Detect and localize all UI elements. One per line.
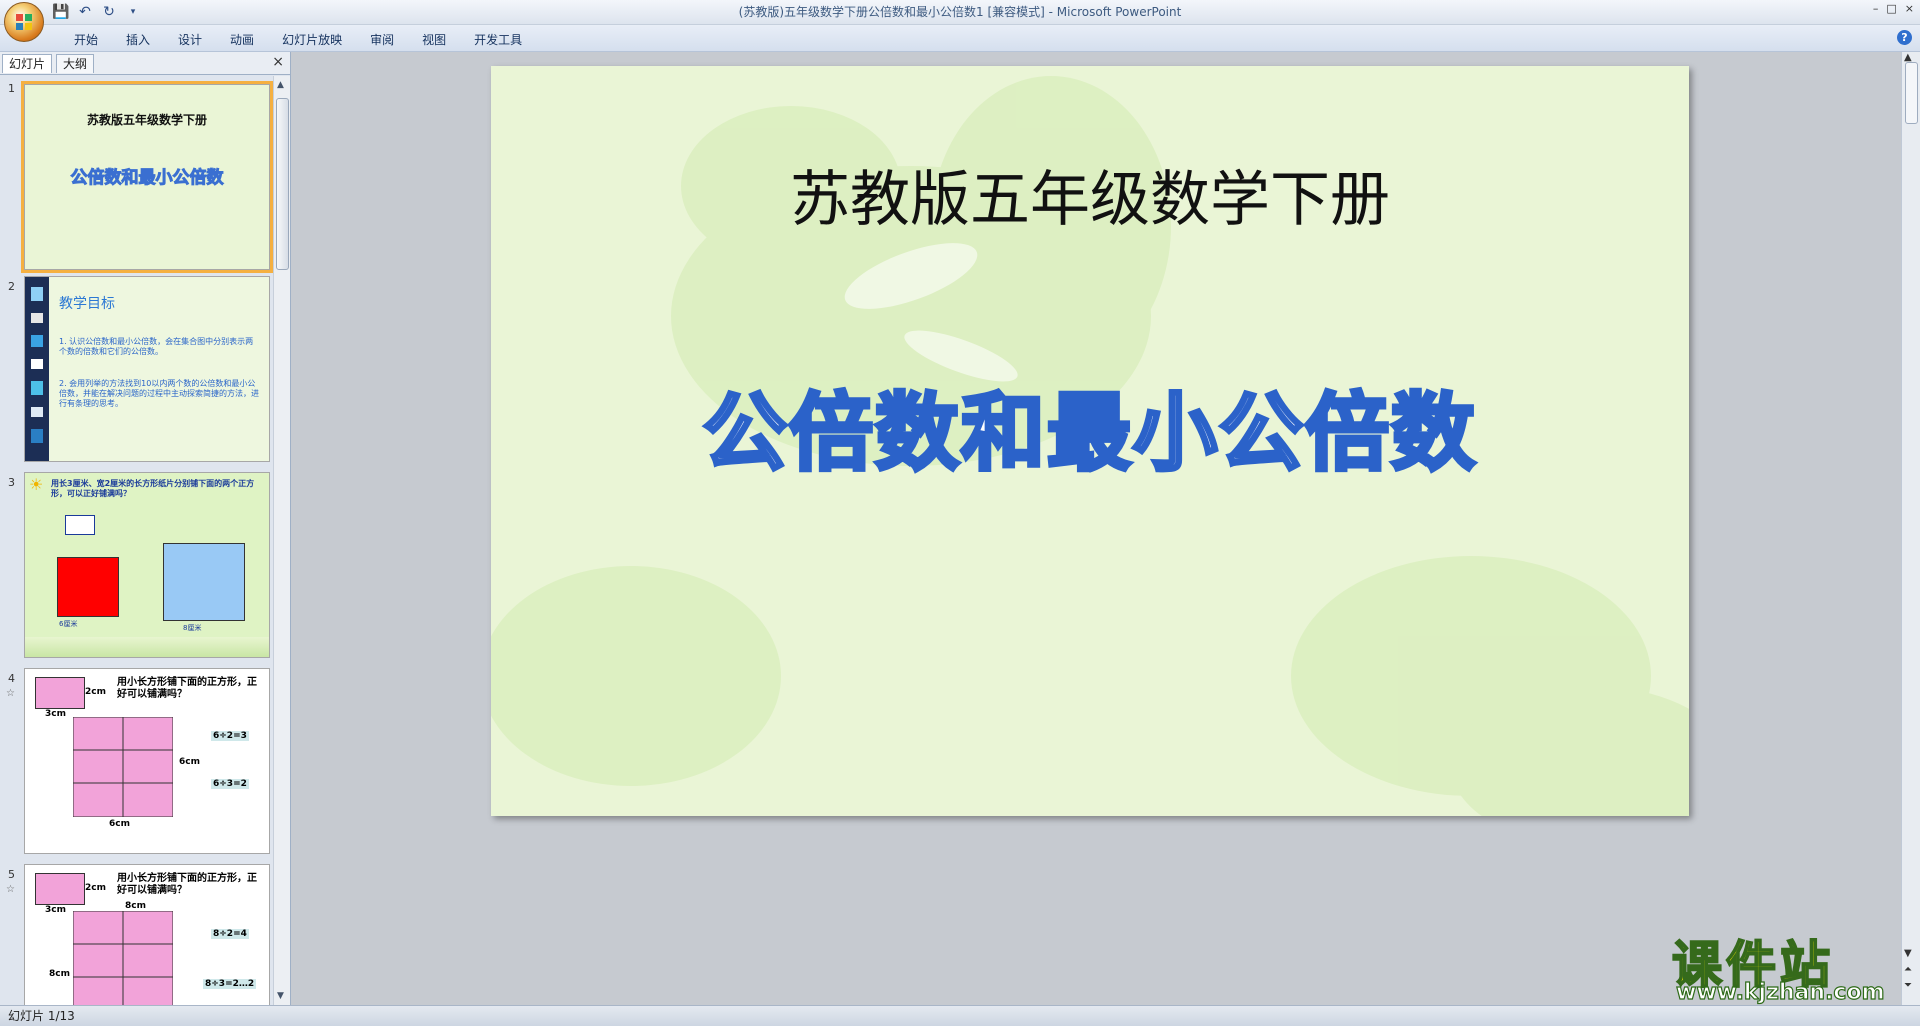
pane-tabs: 幻灯片 大纲 × [0, 52, 290, 75]
label-6cm: 6厘米 [59, 620, 78, 628]
ribbon-tabs: 开始 插入 设计 动画 幻灯片放映 审阅 视图 开发工具 [60, 29, 536, 50]
bottom-label: 6cm [109, 819, 130, 829]
quick-access-toolbar: 💾 ↶ ↻ ▾ [52, 3, 142, 21]
thumbnail-row-3[interactable]: 3 ☀ 用长3厘米、宽2厘米的长方形纸片分别铺下面的两个正方形，可以正好铺满吗？… [0, 470, 274, 666]
tab-slides[interactable]: 幻灯片 [2, 54, 53, 73]
office-button[interactable] [4, 2, 44, 42]
undo-icon[interactable]: ↶ [76, 3, 94, 21]
help-icon[interactable]: ? [1897, 30, 1912, 45]
width-label: 2cm [85, 883, 106, 893]
scroll-down-icon[interactable]: ▼ [277, 991, 284, 1001]
close-button[interactable]: × [1905, 2, 1914, 15]
slide-title[interactable]: 苏教版五年级数学下册 [491, 151, 1689, 238]
flower-strip [25, 637, 269, 657]
tab-review[interactable]: 审阅 [356, 29, 408, 50]
height-label: 3cm [45, 905, 66, 915]
thumb-question: 用小长方形铺下面的正方形，正好可以铺满吗？ [117, 873, 257, 896]
equation-1: 8÷2=4 [211, 929, 249, 939]
tab-home[interactable]: 开始 [60, 29, 112, 50]
slide-thumbnail-1[interactable]: 苏教版五年级数学下册 公倍数和最小公倍数 [21, 81, 273, 273]
office-logo-icon [16, 14, 32, 30]
equation-2: 6÷3=2 [211, 779, 249, 789]
equation-1: 6÷2=3 [211, 731, 249, 741]
small-rectangle [65, 515, 95, 535]
thumbnail-row-2[interactable]: 2 教学目标 1. 认识公倍数和最小公倍数，会在集合图中分别表示两个数的倍数和它… [0, 274, 274, 470]
tab-animations[interactable]: 动画 [216, 29, 268, 50]
redo-icon[interactable]: ↻ [100, 3, 118, 21]
window-controls: – □ × [1873, 2, 1914, 15]
slide-thumbnail-5[interactable]: 2cm 3cm 用小长方形铺下面的正方形，正好可以铺满吗？ 8cm 8cm 8÷… [24, 864, 270, 1005]
ribbon: 开始 插入 设计 动画 幻灯片放映 审阅 视图 开发工具 ? [0, 25, 1920, 52]
tab-insert[interactable]: 插入 [112, 29, 164, 50]
scroll-thumb[interactable] [1905, 62, 1918, 124]
pink-rectangle [35, 677, 85, 709]
slide-thumbnail-2[interactable]: 教学目标 1. 认识公倍数和最小公倍数，会在集合图中分别表示两个数的倍数和它们的… [24, 276, 270, 462]
thumb-title: 苏教版五年级数学下册 [86, 113, 207, 127]
thumb-question: 用小长方形铺下面的正方形，正好可以铺满吗？ [117, 677, 257, 700]
tiled-square [73, 911, 173, 1005]
slide-counter: 幻灯片 1/13 [8, 1009, 75, 1023]
thumb-question: 用长3厘米、宽2厘米的长方形纸片分别铺下面的两个正方形，可以正好铺满吗？ [51, 479, 255, 498]
red-square [57, 557, 119, 617]
sun-icon: ☀ [29, 475, 44, 494]
decorative-strip [25, 277, 49, 461]
animation-star-icon: ☆ [6, 688, 15, 699]
slide-thumbnail-4[interactable]: 2cm 3cm 用小长方形铺下面的正方形，正好可以铺满吗？ 6cm 6÷2=3 … [24, 668, 270, 854]
thumbnail-number: 2 [8, 280, 15, 293]
thumbnail-scrollbar[interactable]: ▲ ▼ [273, 76, 290, 1005]
thumbnail-list: 1 苏教版五年级数学下册 公倍数和最小公倍数 2 教学目标 1. 认识公倍数和最… [0, 76, 274, 1005]
watermark-url: www.kjzhan.com [1675, 979, 1885, 1005]
thumbnail-row-5[interactable]: 5 ☆ 2cm 3cm 用小长方形铺下面的正方形，正好可以铺满吗？ 8cm 8c… [0, 862, 274, 1005]
slide-scrollbar[interactable]: ▲ ▼ ⏶ ⏷ [1901, 52, 1920, 1005]
thumbnail-number: 5 [8, 868, 15, 881]
watermark-logo: 课件站 www.kjzhan.com [1671, 925, 1912, 1006]
label-8cm: 8厘米 [183, 624, 202, 632]
thumbnail-row-4[interactable]: 4 ☆ 2cm 3cm 用小长方形铺下面的正方形，正好可以铺满吗？ 6cm 6÷… [0, 666, 274, 862]
thumb-bullet: 2. 会用列举的方法找到10以内两个数的公倍数和最小公倍数，并能在解决问题的过程… [59, 379, 259, 408]
title-bar: (苏教版)五年级数学下册公倍数和最小公倍数1 [兼容模式] - Microsof… [0, 0, 1920, 25]
thumb-subtitle: 公倍数和最小公倍数 [70, 168, 224, 189]
thumbnail-number: 4 [8, 672, 15, 685]
thumb-bullet: 1. 认识公倍数和最小公倍数，会在集合图中分别表示两个数的倍数和它们的公倍数。 [59, 337, 254, 356]
tiled-square [73, 717, 173, 817]
animation-star-icon: ☆ [6, 884, 15, 895]
tab-design[interactable]: 设计 [164, 29, 216, 50]
width-label: 2cm [85, 687, 106, 697]
status-bar: 幻灯片 1/13 [0, 1005, 1920, 1026]
slide-canvas: 苏教版五年级数学下册 公倍数和最小公倍数 [291, 52, 1902, 1005]
pink-rectangle [35, 873, 85, 905]
slides-pane: 幻灯片 大纲 × 1 苏教版五年级数学下册 公倍数和最小公倍数 2 教学目标 1… [0, 52, 291, 1005]
slide-subtitle[interactable]: 公倍数和最小公倍数 [491, 366, 1689, 487]
side-label: 6cm [179, 757, 200, 767]
tab-slideshow[interactable]: 幻灯片放映 [268, 29, 356, 50]
minimize-button[interactable]: – [1873, 2, 1879, 15]
left-label: 8cm [49, 969, 70, 979]
height-label: 3cm [45, 709, 66, 719]
tab-developer[interactable]: 开发工具 [460, 29, 536, 50]
slide-thumbnail-3[interactable]: ☀ 用长3厘米、宽2厘米的长方形纸片分别铺下面的两个正方形，可以正好铺满吗？ 6… [24, 472, 270, 658]
current-slide[interactable]: 苏教版五年级数学下册 公倍数和最小公倍数 [491, 66, 1689, 816]
equation-2: 8÷3=2…2 [203, 979, 257, 989]
pane-close-icon[interactable]: × [272, 54, 284, 70]
window-title: (苏教版)五年级数学下册公倍数和最小公倍数1 [兼容模式] - Microsof… [738, 5, 1182, 19]
thumb-title: 教学目标 [59, 296, 115, 312]
thumbnail-number: 3 [8, 476, 15, 489]
tab-view[interactable]: 视图 [408, 29, 460, 50]
maximize-button[interactable]: □ [1886, 2, 1896, 15]
tab-outline[interactable]: 大纲 [56, 54, 95, 73]
blue-square [163, 543, 245, 621]
thumbnail-number: 1 [8, 82, 15, 95]
save-icon[interactable]: 💾 [52, 3, 70, 21]
thumbnail-row-1[interactable]: 1 苏教版五年级数学下册 公倍数和最小公倍数 [0, 76, 274, 273]
side-label: 8cm [125, 901, 146, 911]
customize-qat-icon[interactable]: ▾ [124, 3, 142, 21]
scroll-up-icon[interactable]: ▲ [277, 80, 284, 90]
scroll-thumb[interactable] [276, 98, 289, 270]
